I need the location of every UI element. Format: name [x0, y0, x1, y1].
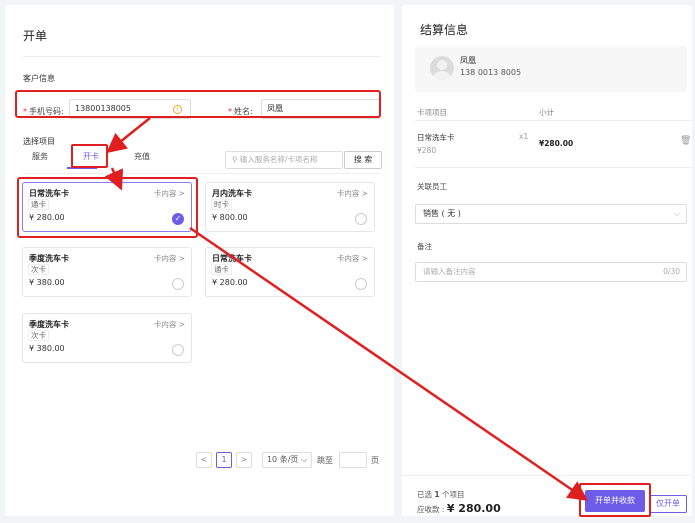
card-price: ¥ 380.00 [29, 278, 65, 287]
search-button[interactable]: 搜 索 [344, 151, 382, 169]
radio-button[interactable] [355, 213, 367, 225]
card-content-link[interactable]: 卡内容 > [337, 253, 368, 264]
tabs-divider [23, 173, 381, 174]
checkout-panel: 结算信息 凤凰 138 0013 8005 卡项项目 小计 日常洗车卡 ¥280… [402, 5, 692, 516]
next-page-button[interactable]: > [236, 452, 252, 468]
customer-phone: 138 0013 8005 [460, 68, 522, 77]
card-content-link[interactable]: 卡内容 > [337, 188, 368, 199]
annotation-box-customer [15, 90, 381, 118]
card-item[interactable]: 月内洗车卡 卡内容 > 时卡 ¥ 800.00 [205, 182, 375, 232]
tab-recharge[interactable]: 充值 [134, 151, 150, 162]
item-subtotal: ¥280.00 [539, 139, 574, 148]
chevron-down-icon: ⌵ [300, 455, 308, 464]
amount-due: 应收款 : ¥ 280.00 [417, 502, 501, 515]
card-item[interactable]: 日常洗车卡 卡内容 > 通卡 ¥ 280.00 [205, 247, 375, 297]
card-price: ¥ 800.00 [212, 213, 248, 222]
prev-page-button[interactable]: < [196, 452, 212, 468]
divider [415, 167, 692, 168]
item-name: 日常洗车卡 [417, 133, 455, 142]
card-name: 月内洗车卡 [212, 189, 252, 198]
page-number-button[interactable]: 1 [216, 452, 232, 468]
annotation-box-tab [71, 144, 108, 168]
card-type-tag: 通卡 [211, 264, 232, 275]
item-quantity: x1 [519, 132, 529, 141]
avatar [430, 56, 454, 80]
selected-summary: 已选 1 个项目 [417, 490, 465, 499]
project-section-label: 选择项目 [23, 137, 55, 146]
card-name: 日常洗车卡 [212, 254, 252, 263]
item-unit-price: ¥280 [417, 146, 437, 155]
search-icon: ⚲ [232, 155, 238, 164]
annotation-box-button [579, 483, 651, 517]
search-input[interactable]: ⚲ 输入服务名称/卡项名称 [225, 151, 343, 169]
column-subtotal: 小计 [539, 108, 554, 117]
note-input[interactable]: 请输入备注内容 0/30 [415, 262, 687, 282]
footer-divider [402, 475, 692, 476]
radio-button[interactable] [172, 344, 184, 356]
jump-label: 跳至 [317, 456, 333, 465]
page-unit-label: 页 [371, 456, 379, 465]
tab-service[interactable]: 服务 [32, 151, 48, 162]
customer-card: 凤凰 138 0013 8005 [415, 46, 687, 92]
open-only-button[interactable]: 仅开单 [649, 495, 687, 513]
card-type-tag: 时卡 [211, 199, 232, 210]
note-counter: 0/30 [663, 267, 680, 276]
checkout-title: 结算信息 [420, 23, 469, 37]
card-name: 季度洗车卡 [29, 254, 69, 263]
divider [415, 120, 692, 121]
annotation-box-card [17, 177, 198, 238]
staff-select[interactable]: 销售 ( 无 ) ⌵ [415, 204, 687, 224]
card-price: ¥ 380.00 [29, 344, 65, 353]
radio-button[interactable] [172, 278, 184, 290]
delete-icon[interactable]: 🗑 [680, 136, 691, 146]
card-type-tag: 次卡 [28, 330, 49, 341]
page-title: 开单 [23, 29, 48, 43]
card-item[interactable]: 季度洗车卡 卡内容 > 次卡 ¥ 380.00 [22, 313, 192, 363]
card-type-tag: 次卡 [28, 264, 49, 275]
card-price: ¥ 280.00 [212, 278, 248, 287]
card-name: 季度洗车卡 [29, 320, 69, 329]
card-content-link[interactable]: 卡内容 > [154, 253, 185, 264]
jump-page-input[interactable] [339, 452, 367, 468]
radio-button[interactable] [355, 278, 367, 290]
page-size-select[interactable]: 10 条/页 ⌵ [262, 452, 312, 468]
column-item: 卡项项目 [417, 108, 447, 117]
chevron-down-icon: ⌵ [673, 209, 680, 218]
divider [23, 56, 381, 57]
note-label: 备注 [417, 242, 432, 251]
card-item[interactable]: 季度洗车卡 卡内容 > 次卡 ¥ 380.00 [22, 247, 192, 297]
customer-name: 凤凰 [460, 56, 476, 65]
staff-label: 关联员工 [417, 182, 447, 191]
order-panel: 开单 客户信息 * 手机号码: 13800138005 ! * 姓名: 凤凰 选择项… [5, 5, 394, 516]
customer-section-label: 客户信息 [23, 74, 55, 83]
card-content-link[interactable]: 卡内容 > [154, 319, 185, 330]
